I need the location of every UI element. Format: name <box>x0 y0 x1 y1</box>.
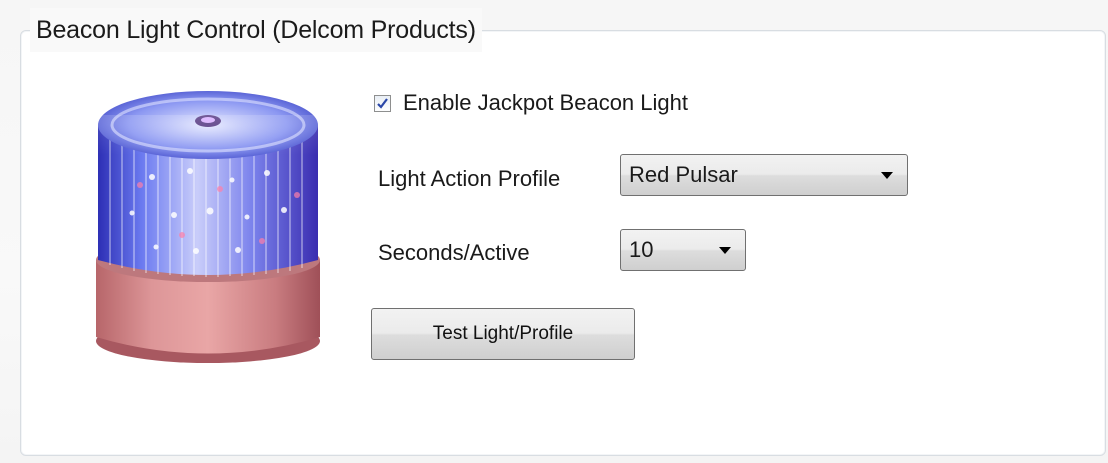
seconds-active-select[interactable]: 10 <box>620 229 746 271</box>
chevron-down-icon <box>719 246 731 254</box>
chevron-down-icon <box>881 171 893 179</box>
enable-beacon-checkbox[interactable] <box>374 94 391 112</box>
light-action-profile-value: Red Pulsar <box>629 162 738 187</box>
checkmark-icon <box>377 97 388 109</box>
test-light-profile-button[interactable]: Test Light/Profile <box>371 308 635 360</box>
groupbox-title: Beacon Light Control (Delcom Products) <box>30 8 482 52</box>
light-action-profile-select[interactable]: Red Pulsar <box>620 154 908 196</box>
seconds-active-value: 10 <box>629 237 654 262</box>
seconds-active-label: Seconds/Active <box>378 240 530 265</box>
enable-beacon-label: Enable Jackpot Beacon Light <box>403 90 688 115</box>
light-action-profile-label: Light Action Profile <box>378 166 561 191</box>
enable-beacon-checkbox-row[interactable]: Enable Jackpot Beacon Light <box>374 88 688 118</box>
beacon-light-icon <box>96 91 320 363</box>
